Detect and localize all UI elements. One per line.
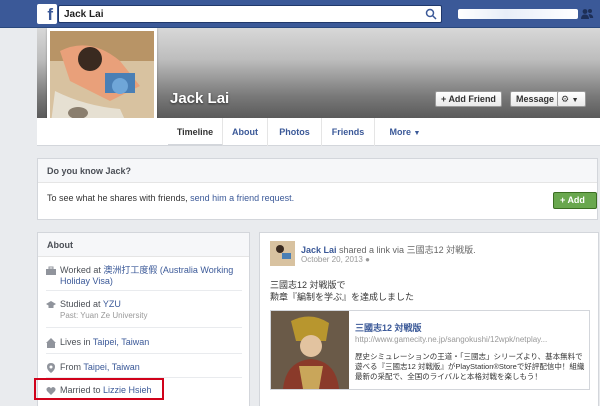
do-you-know-card: Do you know Jack? To see what he shares … <box>37 158 598 220</box>
user-account-area[interactable] <box>458 9 578 19</box>
from-link[interactable]: Taipei, Taiwan <box>83 362 139 372</box>
work-prefix: Worked at <box>60 265 104 275</box>
search-box <box>58 5 442 23</box>
add-friend-icon: + <box>560 195 566 205</box>
tab-about[interactable]: About <box>223 118 268 146</box>
profile-photo-image <box>50 31 154 131</box>
shared-link-url: http://www.gamecity.ne.jp/sangokushi/12w… <box>355 335 548 344</box>
divider <box>46 353 242 354</box>
tab-more[interactable]: More ▼ <box>375 118 435 146</box>
about-title: About <box>38 233 249 257</box>
chevron-down-icon: ▼ <box>571 97 579 104</box>
add-friend-green-button[interactable]: + Add Friend <box>553 192 597 220</box>
highlight-annotation-box <box>34 378 164 400</box>
education-prefix: Studied at <box>60 299 103 309</box>
post-author-link[interactable]: Jack Lai <box>301 245 337 255</box>
friend-request-link[interactable]: send him a friend request. <box>190 193 294 203</box>
profile-tabs: Timeline About Photos Friends More ▼ <box>37 118 600 146</box>
top-navigation-bar: f <box>0 0 600 28</box>
post-action-text: shared a link via 三國志12 対戦版. <box>336 245 476 255</box>
tab-photos[interactable]: Photos <box>268 118 322 146</box>
tab-friends[interactable]: Friends <box>322 118 375 146</box>
house-icon <box>46 338 56 348</box>
message-label: Message <box>516 94 555 104</box>
globe-icon: ● <box>365 255 370 264</box>
post-author-avatar[interactable] <box>270 241 295 266</box>
shared-link-description: 歴史シミュレーションの王道・「三國志」シリーズより、基本無料で遊べる『三國志12… <box>355 352 585 381</box>
add-friend-green-label: Add Friend <box>560 195 588 220</box>
from-prefix: From <box>60 362 84 372</box>
avatar-image <box>270 241 295 266</box>
timeline-post: Jack Lai shared a link via 三國志12 対戦版. Oc… <box>259 232 599 406</box>
location-pin-icon <box>47 363 55 373</box>
gear-icon: ⚙ <box>561 94 570 104</box>
lives-prefix: Lives in <box>60 337 93 347</box>
tab-timeline[interactable]: Timeline <box>168 118 223 146</box>
lives-link[interactable]: Taipei, Taiwan <box>93 337 149 347</box>
friend-requests-icon[interactable] <box>580 7 594 21</box>
do-you-know-title: Do you know Jack? <box>38 159 597 183</box>
search-input[interactable] <box>59 6 409 22</box>
shared-link-preview[interactable]: 三國志12 対戦版 http://www.gamecity.ne.jp/sang… <box>270 310 590 390</box>
add-friend-icon: + <box>441 94 447 104</box>
post-line-1: 三國志12 対戦版で <box>270 280 346 290</box>
post-date-text: October 20, 2013 <box>301 255 363 264</box>
profile-name: Jack Lai <box>170 90 230 107</box>
tab-more-label: More <box>389 127 412 137</box>
shared-link-thumbnail <box>271 311 349 389</box>
facebook-logo[interactable]: f <box>37 4 57 24</box>
add-friend-button[interactable]: + Add Friend <box>435 91 502 107</box>
divider <box>46 290 242 291</box>
divider <box>46 327 242 328</box>
post-line-2: 勲章『編制を学ぶ』を達成しました <box>270 292 415 302</box>
education-link[interactable]: YZU <box>103 299 121 309</box>
search-icon[interactable] <box>425 8 437 20</box>
game-character-image <box>271 311 349 389</box>
graduation-cap-icon <box>46 301 56 308</box>
education-sub: Past: Yuan Ze University <box>60 311 148 320</box>
shared-link-title[interactable]: 三國志12 対戦版 <box>355 321 422 334</box>
post-timestamp[interactable]: October 20, 2013 ● <box>301 255 370 264</box>
do-you-know-text: To see what he shares with friends, send… <box>38 183 597 213</box>
message-button[interactable]: Message <box>510 91 561 107</box>
settings-dropdown-button[interactable]: ⚙ ▼ <box>557 91 586 107</box>
do-you-know-message: To see what he shares with friends, <box>47 193 191 203</box>
chevron-down-icon: ▼ <box>413 130 421 137</box>
post-body: 三國志12 対戦版で 勲章『編制を学ぶ』を達成しました <box>270 279 414 303</box>
add-friend-label: Add Friend <box>448 94 496 104</box>
briefcase-icon <box>46 266 56 275</box>
